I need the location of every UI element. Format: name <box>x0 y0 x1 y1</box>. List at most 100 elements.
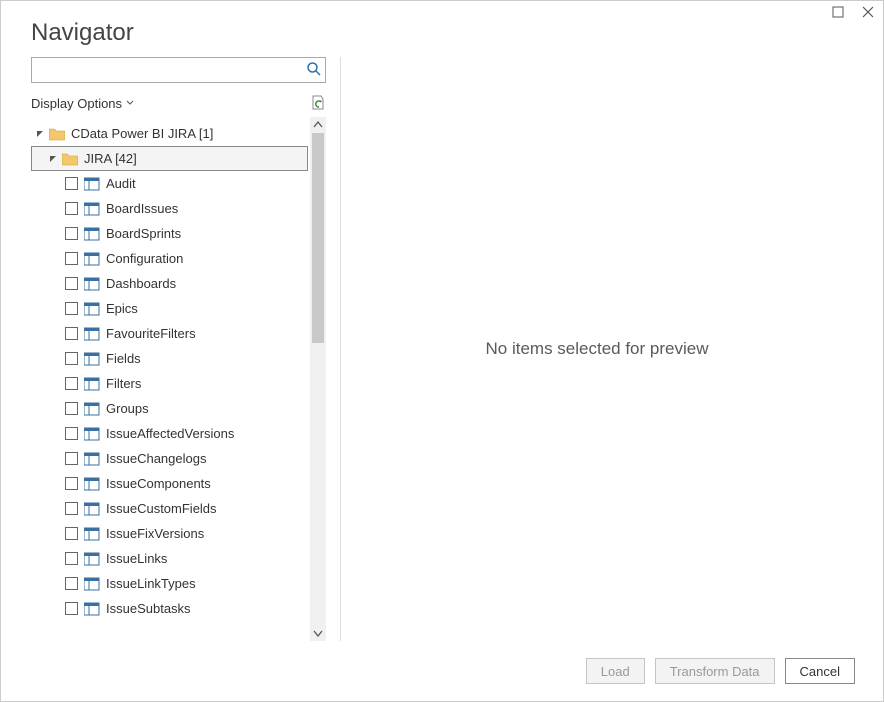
cancel-button[interactable]: Cancel <box>785 658 855 684</box>
display-options-label: Display Options <box>31 96 122 111</box>
table-label: IssueLinkTypes <box>106 576 196 591</box>
table-icon <box>84 452 100 466</box>
table-checkbox[interactable] <box>65 527 78 540</box>
table-checkbox[interactable] <box>65 502 78 515</box>
tree-node-table[interactable]: Dashboards <box>31 271 308 296</box>
table-checkbox[interactable] <box>65 277 78 290</box>
navigator-dialog: Navigator Display Options <box>0 0 884 702</box>
tree-node-table[interactable]: IssueChangelogs <box>31 446 308 471</box>
caret-down-icon[interactable] <box>35 129 45 139</box>
refresh-icon[interactable] <box>310 95 326 111</box>
tree-node-table[interactable]: Fields <box>31 346 308 371</box>
tree-node-table[interactable]: BoardIssues <box>31 196 308 221</box>
tree-node-table[interactable]: IssueLinkTypes <box>31 571 308 596</box>
table-label: IssueAffectedVersions <box>106 426 234 441</box>
table-icon <box>84 427 100 441</box>
search-icon[interactable] <box>306 61 322 77</box>
caret-down-icon[interactable] <box>48 154 58 164</box>
preview-pane: No items selected for preview <box>341 57 853 641</box>
table-label: IssueCustomFields <box>106 501 217 516</box>
table-label: Fields <box>106 351 141 366</box>
load-button[interactable]: Load <box>586 658 645 684</box>
table-checkbox[interactable] <box>65 302 78 315</box>
table-label: IssueFixVersions <box>106 526 204 541</box>
dialog-footer: Load Transform Data Cancel <box>1 641 883 701</box>
table-label: IssueSubtasks <box>106 601 191 616</box>
table-checkbox[interactable] <box>65 177 78 190</box>
tree-node-table[interactable]: FavouriteFilters <box>31 321 308 346</box>
table-icon <box>84 552 100 566</box>
table-checkbox[interactable] <box>65 552 78 565</box>
table-checkbox[interactable] <box>65 227 78 240</box>
table-checkbox[interactable] <box>65 427 78 440</box>
scroll-down-icon[interactable] <box>310 625 326 641</box>
table-icon <box>84 352 100 366</box>
table-checkbox[interactable] <box>65 327 78 340</box>
table-icon <box>84 577 100 591</box>
table-checkbox[interactable] <box>65 202 78 215</box>
preview-message: No items selected for preview <box>486 339 709 359</box>
table-checkbox[interactable] <box>65 377 78 390</box>
tree-node-table[interactable]: BoardSprints <box>31 221 308 246</box>
tree-node-table[interactable]: IssueFixVersions <box>31 521 308 546</box>
table-icon <box>84 252 100 266</box>
table-checkbox[interactable] <box>65 602 78 615</box>
table-label: Configuration <box>106 251 183 266</box>
table-icon <box>84 277 100 291</box>
tree-node-table[interactable]: IssueSubtasks <box>31 596 308 621</box>
display-options-dropdown[interactable]: Display Options <box>31 96 134 111</box>
transform-data-button[interactable]: Transform Data <box>655 658 775 684</box>
folder-icon <box>49 127 65 141</box>
tree-node-table[interactable]: Audit <box>31 171 308 196</box>
maximize-icon[interactable] <box>829 3 847 21</box>
table-label: Dashboards <box>106 276 176 291</box>
navigator-tree-pane: Display Options <box>31 57 341 641</box>
tree-node-table[interactable]: IssueComponents <box>31 471 308 496</box>
table-label: Epics <box>106 301 138 316</box>
scroll-up-icon[interactable] <box>310 117 326 133</box>
table-checkbox[interactable] <box>65 252 78 265</box>
chevron-down-icon <box>126 99 134 107</box>
tree-node-schema[interactable]: JIRA [42] <box>31 146 308 171</box>
table-checkbox[interactable] <box>65 352 78 365</box>
table-label: BoardSprints <box>106 226 181 241</box>
dialog-title: Navigator <box>1 1 883 57</box>
table-icon <box>84 302 100 316</box>
table-icon <box>84 527 100 541</box>
table-icon <box>84 502 100 516</box>
table-icon <box>84 602 100 616</box>
table-label: FavouriteFilters <box>106 326 196 341</box>
table-checkbox[interactable] <box>65 452 78 465</box>
tree-node-table[interactable]: Groups <box>31 396 308 421</box>
tree-node-table[interactable]: IssueCustomFields <box>31 496 308 521</box>
tree-node-table[interactable]: IssueLinks <box>31 546 308 571</box>
table-checkbox[interactable] <box>65 577 78 590</box>
table-icon <box>84 477 100 491</box>
table-label: IssueComponents <box>106 476 211 491</box>
scroll-thumb[interactable] <box>312 133 324 343</box>
close-icon[interactable] <box>859 3 877 21</box>
tree-node-table[interactable]: Epics <box>31 296 308 321</box>
folder-icon <box>62 152 78 166</box>
tree-node-table[interactable]: IssueAffectedVersions <box>31 421 308 446</box>
search-input[interactable] <box>31 57 326 83</box>
tree-node-datasource[interactable]: CData Power BI JIRA [1] <box>31 121 308 146</box>
tree-scrollbar[interactable] <box>310 117 326 641</box>
table-checkbox[interactable] <box>65 477 78 490</box>
table-label: IssueLinks <box>106 551 167 566</box>
object-tree: CData Power BI JIRA [1] JIRA [42] Audit B… <box>31 117 308 641</box>
table-label: Groups <box>106 401 149 416</box>
table-label: Filters <box>106 376 141 391</box>
tree-node-table[interactable]: Filters <box>31 371 308 396</box>
table-checkbox[interactable] <box>65 402 78 415</box>
table-icon <box>84 177 100 191</box>
table-label: Audit <box>106 176 136 191</box>
table-label: BoardIssues <box>106 201 178 216</box>
table-icon <box>84 327 100 341</box>
datasource-label: CData Power BI JIRA [1] <box>71 126 213 141</box>
table-label: IssueChangelogs <box>106 451 206 466</box>
table-icon <box>84 377 100 391</box>
tree-node-table[interactable]: Configuration <box>31 246 308 271</box>
table-icon <box>84 227 100 241</box>
schema-label: JIRA [42] <box>84 151 137 166</box>
